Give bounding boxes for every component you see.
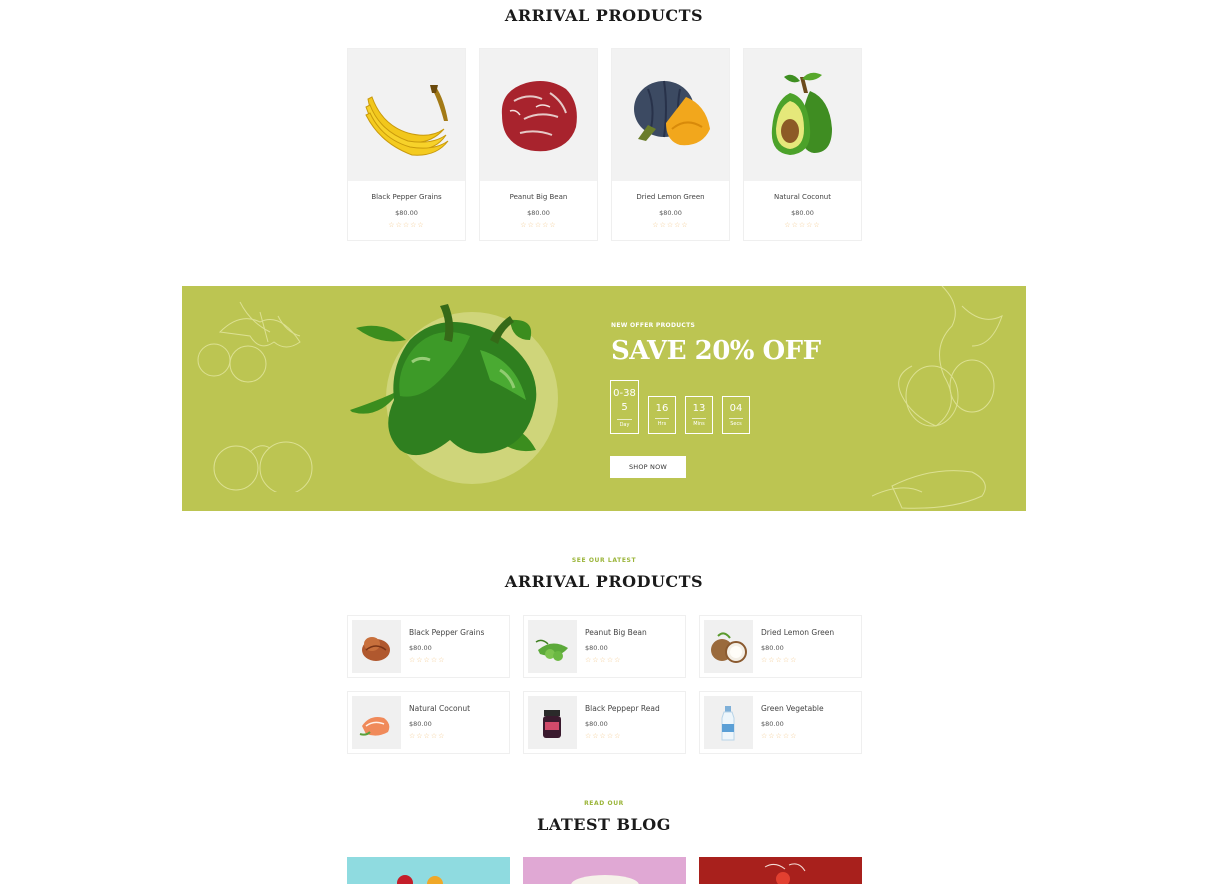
rating-stars: ☆☆☆☆☆	[761, 733, 798, 740]
rating-stars: ☆☆☆☆☆	[784, 222, 821, 229]
arrival-products-title: ARRIVAL PRODUCTS	[504, 6, 704, 25]
product-price: $80.00	[409, 720, 432, 728]
countdown-value: 0-385	[613, 388, 636, 413]
product-image-bananas[interactable]	[348, 49, 465, 181]
arrival-eyebrow: SEE OUR LATEST	[571, 557, 637, 564]
product-name[interactable]: Black Pepper Grains	[409, 628, 484, 637]
product-name[interactable]: Black Pepper Grains	[348, 193, 465, 201]
product-image-bottle[interactable]	[704, 696, 753, 749]
offer-banner	[182, 286, 1026, 511]
list-item[interactable]: Black Pepper Grains $80.00 ☆☆☆☆☆	[347, 615, 510, 678]
countdown-value: 13	[692, 403, 706, 414]
countdown-label: Hrs	[655, 418, 669, 427]
product-price: $80.00	[761, 644, 784, 652]
product-name[interactable]: Black Peppepr Read	[585, 704, 660, 713]
sketch-fruits-icon	[872, 286, 1003, 509]
countdown-days: 0-385 Day	[610, 380, 639, 434]
rating-stars: ☆☆☆☆☆	[388, 222, 425, 229]
product-price: $80.00	[409, 644, 432, 652]
countdown-seconds: 04 Secs	[722, 396, 750, 434]
shop-now-button[interactable]: SHOP NOW	[610, 456, 686, 478]
blog-card-image[interactable]	[523, 857, 686, 884]
offer-eyebrow: NEW OFFER PRODUCTS	[611, 322, 696, 329]
list-item[interactable]: Dried Lemon Green $80.00 ☆☆☆☆☆	[699, 615, 862, 678]
sketch-tomato-branch-icon	[197, 301, 313, 492]
blog-card-image[interactable]	[347, 857, 510, 884]
green-pepper-image	[350, 304, 537, 456]
product-name[interactable]: Peanut Big Bean	[585, 628, 647, 637]
countdown-label: Day	[617, 419, 632, 428]
product-image-jam-jar[interactable]	[528, 696, 577, 749]
rating-stars: ☆☆☆☆☆	[761, 657, 798, 664]
product-price: $80.00	[585, 720, 608, 728]
rating-stars: ☆☆☆☆☆	[652, 222, 689, 229]
product-price: $80.00	[395, 209, 418, 217]
product-image-avocado[interactable]	[744, 49, 861, 181]
countdown-minutes: 13 Mins	[685, 396, 713, 434]
rating-stars: ☆☆☆☆☆	[585, 657, 622, 664]
product-image-nuts[interactable]	[352, 620, 401, 673]
list-item[interactable]: Black Peppepr Read $80.00 ☆☆☆☆☆	[523, 691, 686, 754]
product-name[interactable]: Green Vegetable	[761, 704, 824, 713]
rating-stars: ☆☆☆☆☆	[409, 657, 446, 664]
countdown-value: 04	[729, 403, 743, 414]
countdown-label: Secs	[729, 418, 743, 427]
list-item[interactable]: Peanut Big Bean $80.00 ☆☆☆☆☆	[523, 615, 686, 678]
countdown-value: 16	[655, 403, 669, 414]
product-name[interactable]: Natural Coconut	[744, 193, 861, 201]
product-price: $80.00	[791, 209, 814, 217]
offer-title: SAVE 20% OFF	[611, 336, 821, 366]
list-item[interactable]: Green Vegetable $80.00 ☆☆☆☆☆	[699, 691, 862, 754]
product-card[interactable]: Dried Lemon Green $80.00 ☆☆☆☆☆	[611, 48, 730, 241]
product-name[interactable]: Dried Lemon Green	[761, 628, 834, 637]
rating-stars: ☆☆☆☆☆	[409, 733, 446, 740]
product-image-shrimp[interactable]	[352, 696, 401, 749]
blog-eyebrow: READ OUR	[584, 800, 624, 807]
product-card[interactable]: Black Pepper Grains $80.00 ☆☆☆☆☆	[347, 48, 466, 241]
list-item[interactable]: Natural Coconut $80.00 ☆☆☆☆☆	[347, 691, 510, 754]
rating-stars: ☆☆☆☆☆	[520, 222, 557, 229]
product-price: $80.00	[659, 209, 682, 217]
product-card[interactable]: Peanut Big Bean $80.00 ☆☆☆☆☆	[479, 48, 598, 241]
product-card[interactable]: Natural Coconut $80.00 ☆☆☆☆☆	[743, 48, 862, 241]
product-price: $80.00	[527, 209, 550, 217]
product-name[interactable]: Peanut Big Bean	[480, 193, 597, 201]
rating-stars: ☆☆☆☆☆	[585, 733, 622, 740]
arrival-list-title: ARRIVAL PRODUCTS	[504, 572, 704, 591]
countdown-label: Mins	[692, 418, 706, 427]
product-name[interactable]: Natural Coconut	[409, 704, 470, 713]
blog-title: LATEST BLOG	[537, 815, 671, 834]
countdown-hours: 16 Hrs	[648, 396, 676, 434]
blog-card-image[interactable]	[699, 857, 862, 884]
product-name[interactable]: Dried Lemon Green	[612, 193, 729, 201]
product-image-meat[interactable]	[480, 49, 597, 181]
product-price: $80.00	[761, 720, 784, 728]
product-image-coconut[interactable]	[704, 620, 753, 673]
product-image-peas[interactable]	[528, 620, 577, 673]
product-image-pumpkin[interactable]	[612, 49, 729, 181]
product-price: $80.00	[585, 644, 608, 652]
